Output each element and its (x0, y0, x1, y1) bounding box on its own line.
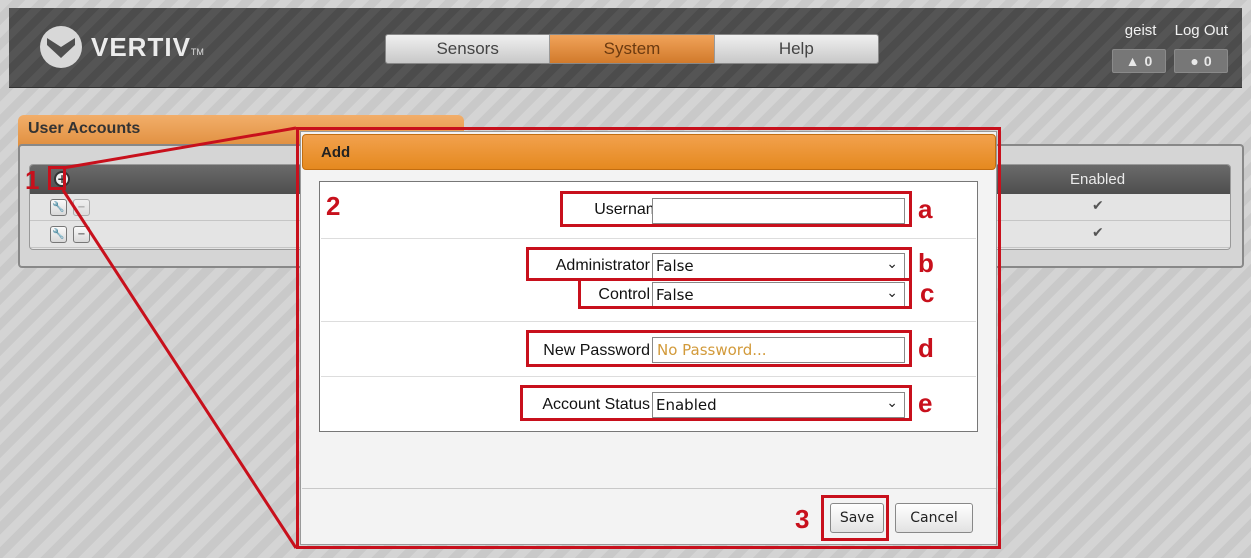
edit-user-button[interactable]: 🔧 (50, 199, 67, 216)
enabled-column-header: Enabled (1070, 171, 1126, 188)
main-nav: Sensors System Help (385, 34, 879, 64)
user-accounts-title: User Accounts (28, 120, 141, 137)
logout-link[interactable]: Log Out (1175, 22, 1228, 39)
field-b-label: b (918, 248, 934, 278)
wrench-icon: 🔧 (52, 229, 65, 240)
alarm-badges: ▲ 0 ● 0 (1111, 49, 1228, 73)
enabled-check-icon: ✔ (1092, 225, 1104, 241)
alarm-icon: ▲ (1125, 53, 1140, 69)
wrench-icon: 🔧 (52, 202, 65, 213)
tab-help[interactable]: Help (714, 35, 878, 63)
field-e-label: e (918, 388, 933, 418)
minus-icon: − (77, 229, 86, 240)
step-2-label: 2 (326, 191, 341, 221)
alarm-badge[interactable]: ▲ 0 (1112, 49, 1166, 73)
alarm-count: 0 (1144, 53, 1153, 69)
username-link[interactable]: geist (1125, 22, 1157, 39)
administrator-highlight (526, 247, 912, 281)
warning-icon: ● (1190, 53, 1199, 69)
field-d-label: d (918, 333, 934, 363)
step-3-label: 3 (795, 504, 810, 534)
enabled-check-icon: ✔ (1092, 198, 1104, 214)
new-password-highlight (526, 330, 912, 367)
account-status-highlight (520, 385, 912, 421)
top-header: VERTIV TM Sensors System Help geist Log … (9, 8, 1242, 88)
minus-icon: − (77, 202, 86, 213)
field-a-label: a (918, 194, 933, 224)
add-button-highlight (48, 166, 66, 190)
user-links: geist Log Out (1111, 22, 1228, 39)
brand-name: VERTIV (91, 31, 191, 62)
vertiv-logo-icon (40, 26, 82, 68)
field-c-label: c (920, 278, 935, 308)
brand-trademark: TM (190, 47, 204, 57)
delete-user-button: − (73, 199, 90, 216)
warning-badge[interactable]: ● 0 (1174, 49, 1228, 73)
save-highlight (821, 495, 889, 541)
step-1-label: 1 (25, 165, 40, 195)
edit-user-button[interactable]: 🔧 (50, 226, 67, 243)
vertiv-logo: VERTIV TM (39, 25, 204, 69)
delete-user-button[interactable]: − (73, 226, 90, 243)
tab-system[interactable]: System (550, 35, 715, 63)
control-highlight (578, 278, 912, 309)
warning-count: 0 (1203, 53, 1212, 69)
username-highlight (560, 191, 912, 227)
user-area: geist Log Out ▲ 0 ● 0 (1111, 22, 1228, 73)
tab-sensors[interactable]: Sensors (386, 35, 551, 63)
